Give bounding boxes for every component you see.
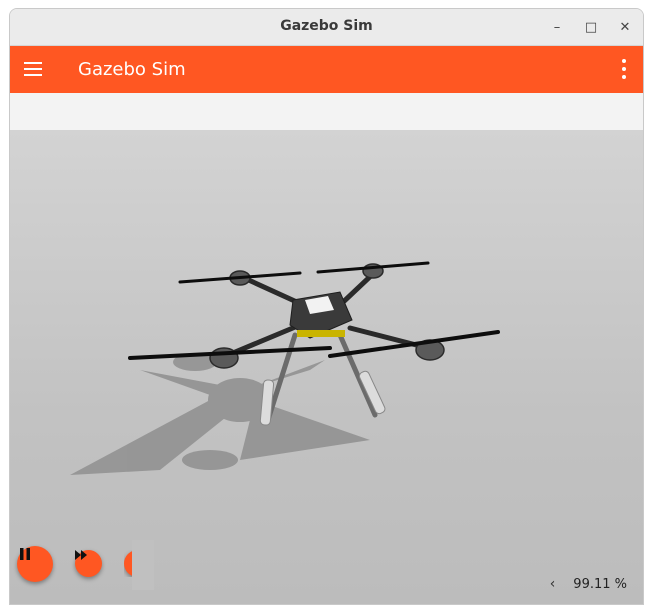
vertical-dots-icon[interactable] bbox=[621, 59, 627, 79]
drone-render bbox=[70, 261, 500, 475]
app-title: Gazebo Sim bbox=[78, 59, 186, 80]
close-button[interactable]: ✕ bbox=[613, 16, 637, 38]
close-icon: ✕ bbox=[619, 19, 631, 35]
chevron-left-icon[interactable]: ‹ bbox=[550, 576, 556, 592]
hamburger-menu-icon[interactable] bbox=[24, 60, 44, 78]
minimize-icon: – bbox=[553, 19, 561, 35]
drone-shadow bbox=[70, 353, 370, 475]
stats-panel: ‹ 99.11 % bbox=[550, 576, 627, 592]
3d-scene-viewport[interactable]: ‹ 99.11 % bbox=[10, 130, 643, 604]
step-button[interactable] bbox=[75, 550, 102, 577]
real-time-factor: 99.11 % bbox=[573, 576, 627, 592]
pause-button[interactable] bbox=[17, 546, 53, 582]
control-overlay-edge bbox=[132, 540, 154, 590]
minimize-button[interactable]: – bbox=[545, 16, 569, 38]
fast-forward-icon bbox=[75, 550, 87, 560]
toolbar-strip bbox=[10, 93, 643, 130]
window-titlebar[interactable]: Gazebo Sim – □ ✕ bbox=[10, 9, 643, 46]
app-window: Gazebo Sim – □ ✕ Gazebo Sim ‹ 99.11 % bbox=[9, 8, 644, 605]
app-bar: Gazebo Sim bbox=[10, 46, 643, 93]
maximize-icon: □ bbox=[584, 19, 598, 35]
pause-icon bbox=[20, 548, 30, 560]
maximize-button[interactable]: □ bbox=[579, 16, 603, 38]
